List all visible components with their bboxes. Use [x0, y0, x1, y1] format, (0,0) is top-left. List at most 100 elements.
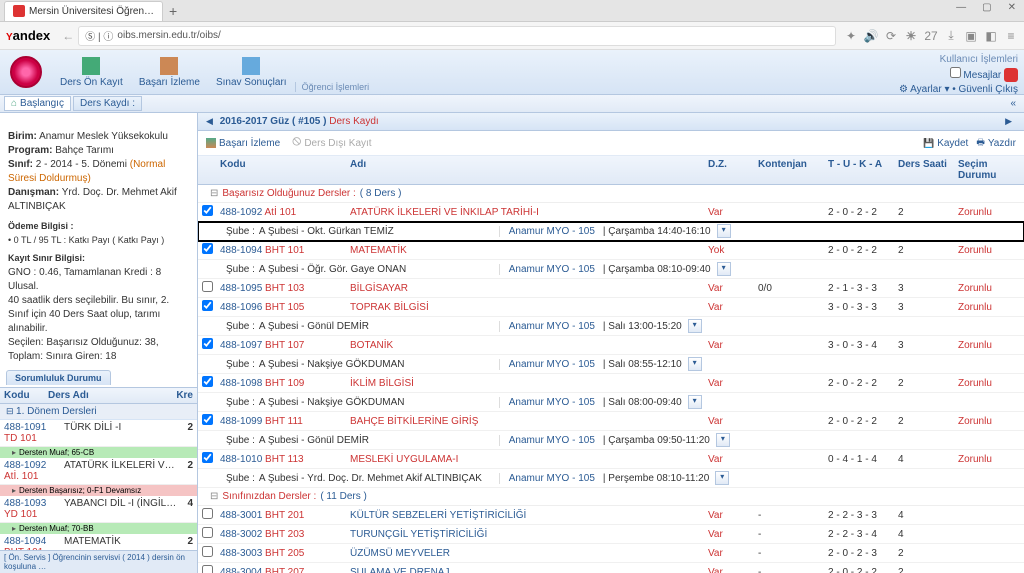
crumb-current[interactable]: Ders Kaydı :	[73, 96, 142, 111]
status-row: Dersten Muaf; 65-CB	[0, 447, 197, 458]
course-row[interactable]: 488-1093 YD 101YABANCI DİL -I (İNGİLİZCE…	[0, 496, 197, 523]
payment-header: Ödeme Bilgisi :	[0, 218, 197, 234]
addr-extensions: ✦ 🔊 ⟳ ☀ 27 ⤓ ▣ ◧ ≡	[844, 29, 1018, 43]
minimize-button[interactable]: —	[952, 2, 970, 13]
favicon	[13, 5, 25, 17]
right-panel: ◀ 2016-2017 Güz ( #105 ) Ders Kaydı ▶ Ba…	[198, 113, 1024, 573]
sube-row: Şube : A Şubesi - Nakşiye GÖKDUMAN Anamu…	[198, 393, 1024, 412]
left-panel: Birim: Anamur Meslek Yüksekokulu Program…	[0, 113, 198, 573]
sub-toolbar: Başarı İzleme 🛇 Ders Dışı Kayıt 💾 Kaydet…	[198, 131, 1024, 156]
table-row[interactable]: 488-1010 BHT 113 MESLEKİ UYGULAMA-I Var …	[198, 450, 1024, 469]
row-checkbox[interactable]	[202, 338, 213, 349]
table-row[interactable]: 488-3001 BHT 201 KÜLTÜR SEBZELERİ YETİŞT…	[198, 506, 1024, 525]
ext-icon[interactable]: ✦	[844, 29, 858, 43]
logout-icon[interactable]	[1004, 68, 1018, 82]
sube-dropdown[interactable]: ▾	[715, 471, 729, 485]
row-checkbox[interactable]	[202, 243, 213, 254]
btn-kaydet[interactable]: 💾 Kaydet	[923, 135, 968, 151]
sube-row: Şube : A Şubesi - Öğr. Gör. Gaye ONAN An…	[198, 260, 1024, 279]
table-row[interactable]: 488-3004 BHT 207 SULAMA VE DRENAJ Var - …	[198, 563, 1024, 573]
row-checkbox[interactable]	[202, 546, 213, 557]
sube-dropdown[interactable]: ▾	[688, 319, 702, 333]
sube-dropdown[interactable]: ▾	[717, 224, 731, 238]
url-input[interactable]: Ⓢ | ⓘ oibs.mersin.edu.tr/oibs/	[78, 26, 836, 46]
chevron-right-icon[interactable]: ▶	[1005, 116, 1012, 127]
yandex-logo: Yandex	[6, 28, 50, 43]
weather-temp: 27	[924, 29, 938, 43]
row-checkbox[interactable]	[202, 300, 213, 311]
sube-row: Şube : A Şubesi - Nakşiye GÖKDUMAN Anamu…	[198, 355, 1024, 374]
table-row[interactable]: 488-1098 BHT 109 İKLİM BİLGİSİ Var 2 - 0…	[198, 374, 1024, 393]
maximize-button[interactable]: ▢	[978, 2, 995, 13]
chart-icon	[82, 57, 100, 75]
table-row[interactable]: 488-3002 BHT 203 TURUNÇGİL YETİŞTİRİCİLİ…	[198, 525, 1024, 544]
tab-sorumluluk[interactable]: Sorumluluk Durumu	[6, 370, 111, 385]
row-checkbox[interactable]	[202, 281, 213, 292]
row-checkbox[interactable]	[202, 414, 213, 425]
browser-tab[interactable]: Mersin Üniversitesi Öğren…	[4, 1, 163, 21]
row-checkbox[interactable]	[202, 376, 213, 387]
table-row[interactable]: 488-1095 BHT 103 BİLGİSAYAR Var 0/0 2 - …	[198, 279, 1024, 298]
section-class[interactable]: ⊟Sınıfınızdan Dersler : ( 11 Ders )	[198, 488, 1024, 506]
group-row-1donem[interactable]: ⊟ 1. Dönem Dersleri	[0, 404, 197, 420]
sube-row: Şube : A Şubesi - Yrd. Doç. Dr. Mehmet A…	[198, 469, 1024, 488]
weather-icon: ☀	[904, 29, 918, 43]
messages-label: Mesajlar	[963, 70, 1001, 81]
breadcrumb: ⌂Başlangıç Ders Kaydı : «	[0, 95, 1024, 113]
tool-basari-izleme[interactable]: Başarı İzleme	[131, 57, 208, 88]
menu-icon[interactable]: ≡	[1004, 29, 1018, 43]
crumb-collapse[interactable]: «	[1006, 98, 1020, 109]
logout-button[interactable]: Güvenli Çıkış	[959, 84, 1018, 95]
section-fail[interactable]: ⊟Başarısız Olduğunuz Dersler : ( 8 Ders …	[198, 185, 1024, 203]
bars-icon	[160, 57, 178, 75]
bookmark-icon[interactable]: ⤓	[944, 29, 958, 43]
section-student-label: Öğrenci İşlemleri	[295, 82, 376, 92]
limit-info: GNO : 0.46, Tamamlanan Kredi : 8 Ulusal.…	[0, 266, 197, 368]
main-split: Birim: Anamur Meslek Yüksekokulu Program…	[0, 113, 1024, 573]
sube-dropdown[interactable]: ▾	[716, 433, 730, 447]
btn-yazdir[interactable]: 🖶 Yazdır	[976, 135, 1016, 151]
sube-dropdown[interactable]: ▾	[688, 357, 702, 371]
tool-ders-on-kayit[interactable]: Ders Ön Kayıt	[52, 57, 131, 88]
course-row[interactable]: 488-1094 BHT 101MATEMATİK2	[0, 534, 197, 550]
course-row[interactable]: 488-1091 TD 101TÜRK DİLİ -I2	[0, 420, 197, 447]
settings-button[interactable]: ⚙ Ayarlar ▾	[899, 84, 950, 95]
table-row[interactable]: 488-3003 BHT 205 ÜZÜMSÜ MEYVELER Var - 2…	[198, 544, 1024, 563]
chevron-left-icon[interactable]: ◀	[206, 116, 213, 126]
row-checkbox[interactable]	[202, 565, 213, 573]
row-checkbox[interactable]	[202, 205, 213, 216]
row-checkbox[interactable]	[202, 452, 213, 463]
student-info: Birim: Anamur Meslek Yüksekokulu Program…	[0, 113, 197, 218]
close-button[interactable]: ✕	[1004, 2, 1020, 13]
ext-icon[interactable]: ⟳	[884, 29, 898, 43]
sube-row: Şube : A Şubesi - Okt. Gürkan TEMİZ Anam…	[198, 222, 1024, 241]
address-bar: Yandex ← Ⓢ | ⓘ oibs.mersin.edu.tr/oibs/ …	[0, 22, 1024, 50]
semester-bar: ◀ 2016-2017 Güz ( #105 ) Ders Kaydı ▶	[198, 113, 1024, 131]
browser-tabs: Mersin Üniversitesi Öğren… + — ▢ ✕	[0, 0, 1024, 22]
table-row[interactable]: 488-1097 BHT 107 BOTANİK Var 3 - 0 - 3 -…	[198, 336, 1024, 355]
messages-checkbox[interactable]	[950, 67, 961, 78]
status-row: Dersten Başarısız; 0-F1 Devamsız	[0, 485, 197, 496]
ext-icon[interactable]: ▣	[964, 29, 978, 43]
row-checkbox[interactable]	[202, 527, 213, 538]
table-row[interactable]: 488-1099 BHT 111 BAHÇE BİTKİLERİNE GİRİŞ…	[198, 412, 1024, 431]
ext-icon[interactable]: ◧	[984, 29, 998, 43]
course-row[interactable]: 488-1092 Atİ. 101ATATÜRK İLKELERİ VE İNK…	[0, 458, 197, 485]
tab-title: Mersin Üniversitesi Öğren…	[29, 6, 154, 17]
table-row[interactable]: 488-1094 BHT 101 MATEMATİK Yok 2 - 0 - 2…	[198, 241, 1024, 260]
payment-info: • 0 TL / 95 TL : Katkı Payı ( Katkı Payı…	[0, 234, 197, 251]
new-tab-button[interactable]: +	[163, 3, 183, 19]
crumb-home[interactable]: ⌂Başlangıç	[4, 96, 71, 111]
tool-sinav-sonuclari[interactable]: Sınav Sonuçları	[208, 57, 295, 88]
sube-dropdown[interactable]: ▾	[688, 395, 702, 409]
sube-dropdown[interactable]: ▾	[717, 262, 731, 276]
ext-icon[interactable]: 🔊	[864, 29, 878, 43]
user-panel: Kullanıcı İşlemleri Mesajlar ⚙ Ayarlar ▾…	[899, 54, 1018, 97]
foot-note: [ Ön. Servis ] Öğrencinin servisvi ( 201…	[0, 550, 197, 573]
back-button[interactable]: ←	[58, 29, 78, 43]
score-icon	[242, 57, 260, 75]
table-row[interactable]: 488-1096 BHT 105 TOPRAK BİLGİSİ Var 3 - …	[198, 298, 1024, 317]
table-row[interactable]: 488-1092 Atİ 101 ATATÜRK İLKELERİ VE İNK…	[198, 203, 1024, 222]
btn-basari-izleme[interactable]: Başarı İzleme	[206, 138, 280, 149]
row-checkbox[interactable]	[202, 508, 213, 519]
